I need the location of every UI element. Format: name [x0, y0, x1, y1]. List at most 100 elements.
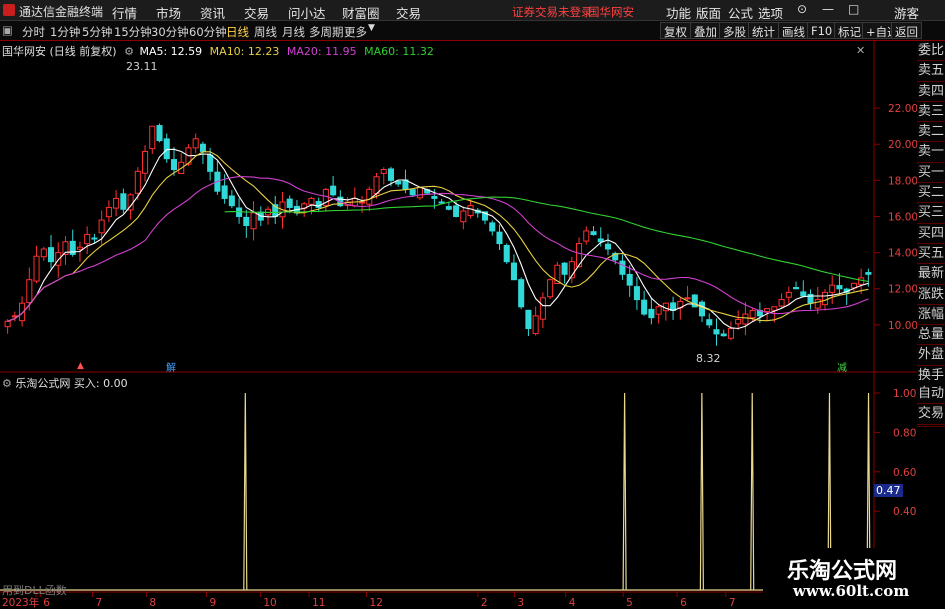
- title-bar: 通达信金融终端 行情 市场 资讯 交易 问小达 财富圈 交易 证券交易未登录 国…: [0, 0, 945, 21]
- chart-close-icon[interactable]: ✕: [856, 44, 865, 57]
- sidebar-item-4[interactable]: 卖二: [917, 122, 945, 143]
- candle-body: [800, 291, 807, 297]
- menu-gongneng[interactable]: 功能: [666, 3, 691, 22]
- trade-sidebar-item-1[interactable]: 交易: [917, 404, 945, 425]
- menu-shichang[interactable]: 市场: [156, 3, 181, 22]
- candle-body: [532, 315, 539, 335]
- sidebar-item-10[interactable]: 买五: [917, 243, 945, 265]
- sidebar-item-8[interactable]: 买三: [917, 203, 945, 224]
- guest-label[interactable]: 游客: [894, 3, 919, 22]
- sidebar-item-2[interactable]: 卖四: [917, 81, 945, 102]
- ma20-label: MA20: 11.95: [286, 45, 357, 58]
- x-tick-label: 7: [95, 597, 102, 609]
- x-tick-label: 8: [149, 597, 156, 609]
- biaoji-button[interactable]: 标记: [834, 22, 865, 39]
- period-5min[interactable]: 5分钟: [82, 24, 112, 40]
- sub-y-tick-label: 0.80: [893, 427, 916, 439]
- settings-gear-icon[interactable]: ⚙: [124, 45, 134, 58]
- candle-body: [250, 212, 257, 230]
- period-15min[interactable]: 15分钟: [114, 24, 152, 40]
- tongji-button[interactable]: 统计: [748, 22, 779, 39]
- diejia-button[interactable]: 叠加: [690, 22, 721, 39]
- login-notice[interactable]: 证券交易未登录: [512, 4, 593, 20]
- duogu-button[interactable]: 多股: [719, 22, 750, 39]
- menu-jiaoyi-1[interactable]: 交易: [244, 3, 269, 22]
- x-tick-label: 9: [209, 597, 216, 609]
- sub-settings-gear-icon[interactable]: ⚙: [2, 377, 12, 390]
- menu-gongshi[interactable]: 公式: [728, 3, 753, 22]
- candle-body: [359, 201, 366, 204]
- menu-zixun[interactable]: 资讯: [200, 3, 225, 22]
- sidebar-item-15[interactable]: 外盘: [917, 345, 945, 366]
- period-multi[interactable]: 多周期: [309, 24, 344, 40]
- x-tick-label: 10: [263, 597, 276, 609]
- menu-hangqing[interactable]: 行情: [112, 3, 137, 22]
- toolbar-toggle-icon[interactable]: ▣: [2, 23, 13, 37]
- sidebar-item-3[interactable]: 卖三: [917, 101, 945, 123]
- dll-footer-text: 用到DLL函数: [2, 584, 67, 597]
- candle-body: [387, 168, 395, 181]
- jie-marker[interactable]: 解: [166, 359, 176, 374]
- sidebar-item-14[interactable]: 总量: [917, 325, 945, 346]
- candle-body: [764, 308, 771, 313]
- candle-body: [785, 291, 792, 298]
- sidebar-item-7[interactable]: 买二: [917, 183, 945, 204]
- sidebar-item-9[interactable]: 买四: [917, 223, 945, 244]
- sidebar-item-13[interactable]: 涨幅: [917, 304, 945, 326]
- sidebar-item-6[interactable]: 买一: [917, 162, 945, 184]
- candle-body: [308, 197, 315, 205]
- main-chart-legend: 国华网安 (日线 前复权) ⚙ MA5: 12.59 MA10: 12.23 M…: [2, 43, 434, 59]
- candle-body: [192, 138, 199, 149]
- candle-body: [742, 313, 749, 325]
- f10-button[interactable]: F10: [807, 22, 837, 39]
- candle-body: [199, 143, 206, 152]
- candle-body: [510, 262, 517, 281]
- trade-sidebar-item-0[interactable]: 自动: [917, 384, 945, 405]
- period-fenshi[interactable]: 分时: [22, 24, 45, 40]
- candle-body: [380, 169, 387, 174]
- period-1min[interactable]: 1分钟: [50, 24, 80, 40]
- sidebar-item-11[interactable]: 最新: [917, 264, 945, 285]
- candle-body: [561, 262, 568, 275]
- ma-60-line: [224, 196, 869, 283]
- stock-title: 国华网安: [588, 5, 634, 19]
- trade-sidebar: 自动 交易: [917, 384, 945, 425]
- minimize-icon[interactable]: —: [822, 2, 834, 16]
- sidebar-item-1[interactable]: 卖五: [917, 61, 945, 82]
- menu-wenxiaoda[interactable]: 问小达: [288, 3, 326, 22]
- candle-body: [98, 219, 105, 234]
- app-logo-icon: [3, 4, 15, 16]
- menu-jiaoyi-2[interactable]: 交易: [396, 3, 421, 22]
- menu-banmian[interactable]: 版面: [696, 3, 721, 22]
- period-more[interactable]: 更多: [344, 24, 367, 40]
- menu-caifuquan[interactable]: 财富圈: [342, 3, 380, 22]
- back-button[interactable]: 返回: [891, 22, 922, 39]
- y-tick-label: 20.00: [888, 139, 917, 151]
- candle-body: [113, 197, 120, 209]
- period-60min[interactable]: 60分钟: [189, 24, 227, 40]
- skin-icon[interactable]: ⊙: [797, 2, 807, 16]
- more-dropdown-icon[interactable]: ▼: [368, 23, 375, 33]
- period-weekly[interactable]: 周线: [254, 24, 277, 40]
- stock-chart-label: 国华网安 (日线 前复权): [2, 45, 117, 58]
- candle-body: [641, 299, 648, 315]
- period-monthly[interactable]: 月线: [282, 24, 305, 40]
- menu-xuanxiang[interactable]: 选项: [758, 3, 783, 22]
- candle-body: [243, 216, 250, 227]
- high-price-label: 23.11: [126, 60, 158, 73]
- period-30min[interactable]: 30分钟: [151, 24, 189, 40]
- kline-chart[interactable]: 22.00 20.00 18.00 16.00 14.00 12.00 10.00 1.00…: [0, 41, 917, 609]
- fuquan-button[interactable]: 复权: [660, 22, 691, 39]
- period-daily[interactable]: 日线: [226, 24, 249, 40]
- x-tick-label: 4: [569, 597, 576, 609]
- huaxian-button[interactable]: 画线: [778, 22, 809, 39]
- sidebar-item-16[interactable]: 换手: [917, 365, 945, 387]
- candle-body: [416, 187, 423, 199]
- sidebar-item-12[interactable]: 涨跌: [917, 284, 945, 305]
- y-tick-label: 10.00: [888, 320, 917, 332]
- candle-body: [438, 201, 445, 204]
- sidebar-item-5[interactable]: 卖一: [917, 142, 945, 163]
- sidebar-item-0[interactable]: 委比: [917, 41, 945, 62]
- jian-marker[interactable]: 减: [837, 359, 847, 374]
- maximize-icon[interactable]: □: [848, 2, 859, 16]
